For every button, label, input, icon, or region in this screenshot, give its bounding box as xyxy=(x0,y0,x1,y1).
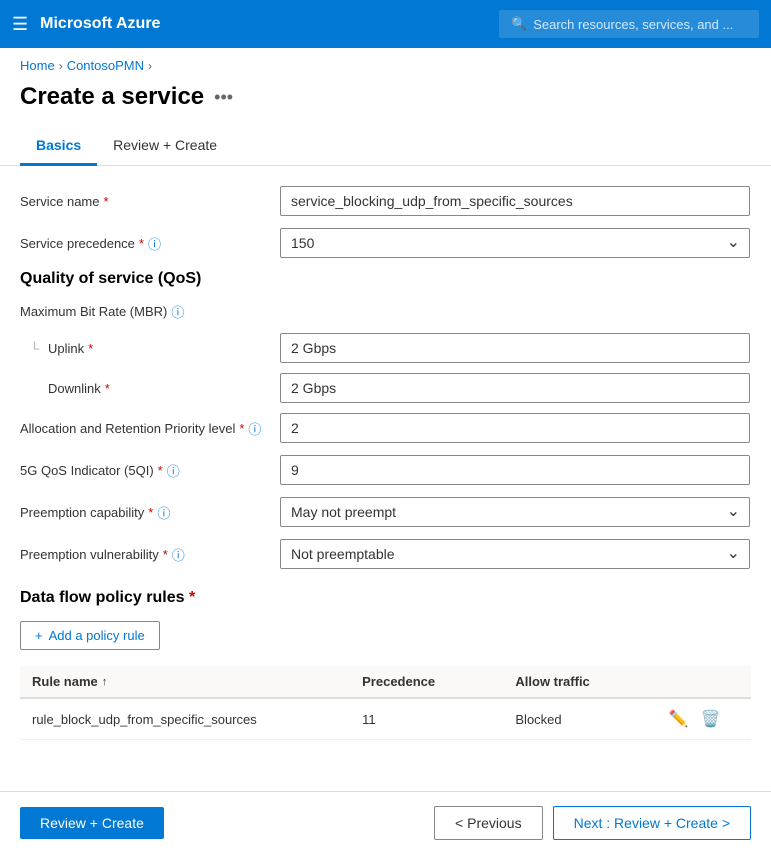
alloc-row: Allocation and Retention Priority level … xyxy=(20,413,751,443)
edit-rule-icon[interactable]: ✏️ xyxy=(669,709,689,729)
search-box[interactable]: 🔍 xyxy=(499,10,759,38)
uplink-label: Uplink * xyxy=(48,341,280,356)
breadcrumb-sep1: › xyxy=(59,59,63,73)
preemption-vuln-control: Not preemptable Preemptable xyxy=(280,539,750,569)
hamburger-icon[interactable]: ☰ xyxy=(12,14,28,35)
rules-table-header: Rule name ↑ Precedence Allow traffic xyxy=(20,666,751,698)
tab-review-create[interactable]: Review + Create xyxy=(97,127,233,166)
preemption-cap-row: Preemption capability * ⓘ May not preemp… xyxy=(20,497,751,527)
uplink-row: Uplink * xyxy=(20,333,751,363)
page-header: Create a service ••• xyxy=(0,79,771,127)
tab-basics[interactable]: Basics xyxy=(20,127,97,166)
preemption-vuln-label: Preemption vulnerability * ⓘ xyxy=(20,545,280,564)
action-icons: ✏️ 🗑️ xyxy=(669,709,739,729)
alloc-info-icon[interactable]: ⓘ xyxy=(248,419,261,438)
qos-indicator-row: 5G QoS Indicator (5QI) * ⓘ xyxy=(20,455,751,485)
qos-indicator-label: 5G QoS Indicator (5QI) * ⓘ xyxy=(20,461,280,480)
add-rule-label: Add a policy rule xyxy=(49,628,145,643)
app-title: Microsoft Azure xyxy=(40,15,487,33)
service-name-control xyxy=(280,186,750,216)
main-content: Service name * Service precedence * ⓘ 15… xyxy=(0,166,771,791)
mbr-label-row: Maximum Bit Rate (MBR) ⓘ xyxy=(20,302,751,321)
col-header-rule-name[interactable]: Rule name ↑ xyxy=(20,666,350,698)
col-header-actions xyxy=(657,666,751,698)
preemption-cap-control: May not preempt May preempt xyxy=(280,497,750,527)
col-header-precedence[interactable]: Precedence xyxy=(350,666,503,698)
downlink-input[interactable] xyxy=(280,373,750,403)
col-header-allow-traffic[interactable]: Allow traffic xyxy=(503,666,656,698)
uplink-required: * xyxy=(88,341,93,356)
rule-name-cell: rule_block_udp_from_specific_sources xyxy=(20,698,350,740)
search-icon: 🔍 xyxy=(511,16,527,32)
preemption-cap-label: Preemption capability * ⓘ xyxy=(20,503,280,522)
rule-actions-cell: ✏️ 🗑️ xyxy=(657,698,751,740)
downlink-row: Downlink * xyxy=(20,373,751,403)
service-precedence-required: * xyxy=(139,236,144,251)
policy-rules-section: Data flow policy rules * + Add a policy … xyxy=(20,589,751,740)
preemption-vuln-info-icon[interactable]: ⓘ xyxy=(172,545,185,564)
policy-rules-title: Data flow policy rules * xyxy=(20,589,751,607)
previous-button[interactable]: < Previous xyxy=(434,806,543,840)
service-name-row: Service name * xyxy=(20,186,751,216)
add-policy-rule-button[interactable]: + Add a policy rule xyxy=(20,621,160,650)
qos-indicator-control xyxy=(280,455,750,485)
service-precedence-info-icon[interactable]: ⓘ xyxy=(148,234,161,253)
delete-rule-icon[interactable]: 🗑️ xyxy=(701,709,721,729)
breadcrumb-home[interactable]: Home xyxy=(20,58,55,73)
preemption-cap-info-icon[interactable]: ⓘ xyxy=(157,503,170,522)
breadcrumb-sep2: › xyxy=(148,59,152,73)
table-row: rule_block_udp_from_specific_sources 11 … xyxy=(20,698,751,740)
service-name-label: Service name * xyxy=(20,194,280,209)
service-name-input[interactable] xyxy=(280,186,750,216)
sort-arrow-name: ↑ xyxy=(102,676,108,688)
breadcrumb: Home › ContosoPMN › xyxy=(0,48,771,79)
service-name-required: * xyxy=(103,194,108,209)
downlink-required: * xyxy=(105,381,110,396)
breadcrumb-parent[interactable]: ContosoPMN xyxy=(67,58,144,73)
qos-indicator-input[interactable] xyxy=(280,455,750,485)
rule-precedence-cell: 11 xyxy=(350,698,503,740)
alloc-input[interactable] xyxy=(280,413,750,443)
qos-indicator-required: * xyxy=(158,463,163,478)
page-title: Create a service xyxy=(20,83,204,111)
uplink-control xyxy=(280,333,750,363)
page-options-icon[interactable]: ••• xyxy=(214,87,233,108)
preemption-cap-select[interactable]: May not preempt May preempt xyxy=(280,497,750,527)
preemption-cap-required: * xyxy=(148,505,153,520)
mbr-label: Maximum Bit Rate (MBR) ⓘ xyxy=(20,302,280,321)
next-review-create-button[interactable]: Next : Review + Create > xyxy=(553,806,751,840)
downlink-label: Downlink * xyxy=(48,381,280,396)
rules-table-body: rule_block_udp_from_specific_sources 11 … xyxy=(20,698,751,740)
service-precedence-label: Service precedence * ⓘ xyxy=(20,234,280,253)
downlink-control xyxy=(280,373,750,403)
add-icon: + xyxy=(35,628,43,643)
alloc-label: Allocation and Retention Priority level … xyxy=(20,419,280,438)
review-create-button-bottom[interactable]: Review + Create xyxy=(20,807,164,839)
alloc-required: * xyxy=(239,421,244,436)
search-input[interactable] xyxy=(533,17,733,32)
mbr-info-icon[interactable]: ⓘ xyxy=(171,302,184,321)
preemption-vuln-row: Preemption vulnerability * ⓘ Not preempt… xyxy=(20,539,751,569)
service-precedence-control: 150 xyxy=(280,228,750,258)
rule-traffic-cell: Blocked xyxy=(503,698,656,740)
bottom-bar: Review + Create < Previous Next : Review… xyxy=(0,791,771,854)
uplink-input[interactable] xyxy=(280,333,750,363)
qos-section-title: Quality of service (QoS) xyxy=(20,270,751,288)
tabs-bar: Basics Review + Create xyxy=(0,127,771,166)
alloc-control xyxy=(280,413,750,443)
rules-table: Rule name ↑ Precedence Allow traffic rul… xyxy=(20,666,751,740)
preemption-vuln-required: * xyxy=(163,547,168,562)
service-precedence-row: Service precedence * ⓘ 150 xyxy=(20,228,751,258)
service-precedence-select[interactable]: 150 xyxy=(280,228,750,258)
policy-rules-required: * xyxy=(189,589,195,606)
topbar: ☰ Microsoft Azure 🔍 xyxy=(0,0,771,48)
qos-indicator-info-icon[interactable]: ⓘ xyxy=(167,461,180,480)
preemption-vuln-select[interactable]: Not preemptable Preemptable xyxy=(280,539,750,569)
